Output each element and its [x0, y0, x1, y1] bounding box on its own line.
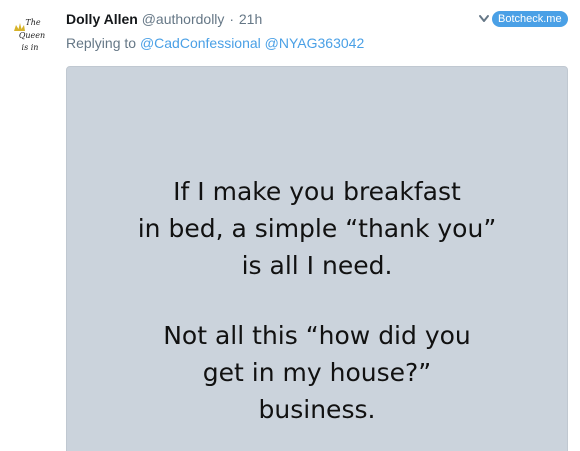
avatar[interactable]: The Queen is in: [10, 13, 48, 59]
mention-link[interactable]: @CadConfessional: [140, 35, 261, 51]
image-text-line: is all I need.: [241, 251, 393, 280]
replying-to: Replying to @CadConfessional @NYAG363042: [66, 34, 364, 52]
mention-link[interactable]: @NYAG363042: [265, 35, 365, 51]
avatar-text-3: is in: [22, 43, 39, 52]
avatar-text-2: Queen: [19, 31, 45, 40]
separator-dot: ·: [229, 11, 234, 27]
author-handle[interactable]: @authordolly: [142, 11, 225, 27]
tweet-header: Dolly Allen @authordolly · 21h: [66, 10, 262, 28]
image-text-line: in bed, a simple “thank you”: [137, 214, 497, 243]
image-text-line: get in my house?”: [202, 358, 432, 387]
tweet-image[interactable]: If I make you breakfast in bed, a simple…: [66, 66, 568, 451]
replying-prefix: Replying to: [66, 35, 137, 51]
avatar-text-1: The: [25, 18, 40, 27]
chevron-down-icon[interactable]: [478, 14, 490, 24]
tweet-time[interactable]: 21h: [239, 11, 262, 27]
image-text-line: If I make you breakfast: [173, 177, 461, 206]
image-text-paragraph-2: Not all this “how did you get in my hous…: [67, 317, 567, 428]
image-text-line: business.: [258, 395, 376, 424]
image-text-line: Not all this “how did you: [163, 321, 471, 350]
image-text-paragraph-1: If I make you breakfast in bed, a simple…: [67, 173, 567, 284]
botcheck-button[interactable]: Botcheck.me: [492, 11, 568, 27]
crown-icon: [14, 23, 25, 31]
tweet: The Queen is in Dolly Allen @authordolly…: [0, 0, 580, 451]
author-name[interactable]: Dolly Allen: [66, 11, 138, 27]
